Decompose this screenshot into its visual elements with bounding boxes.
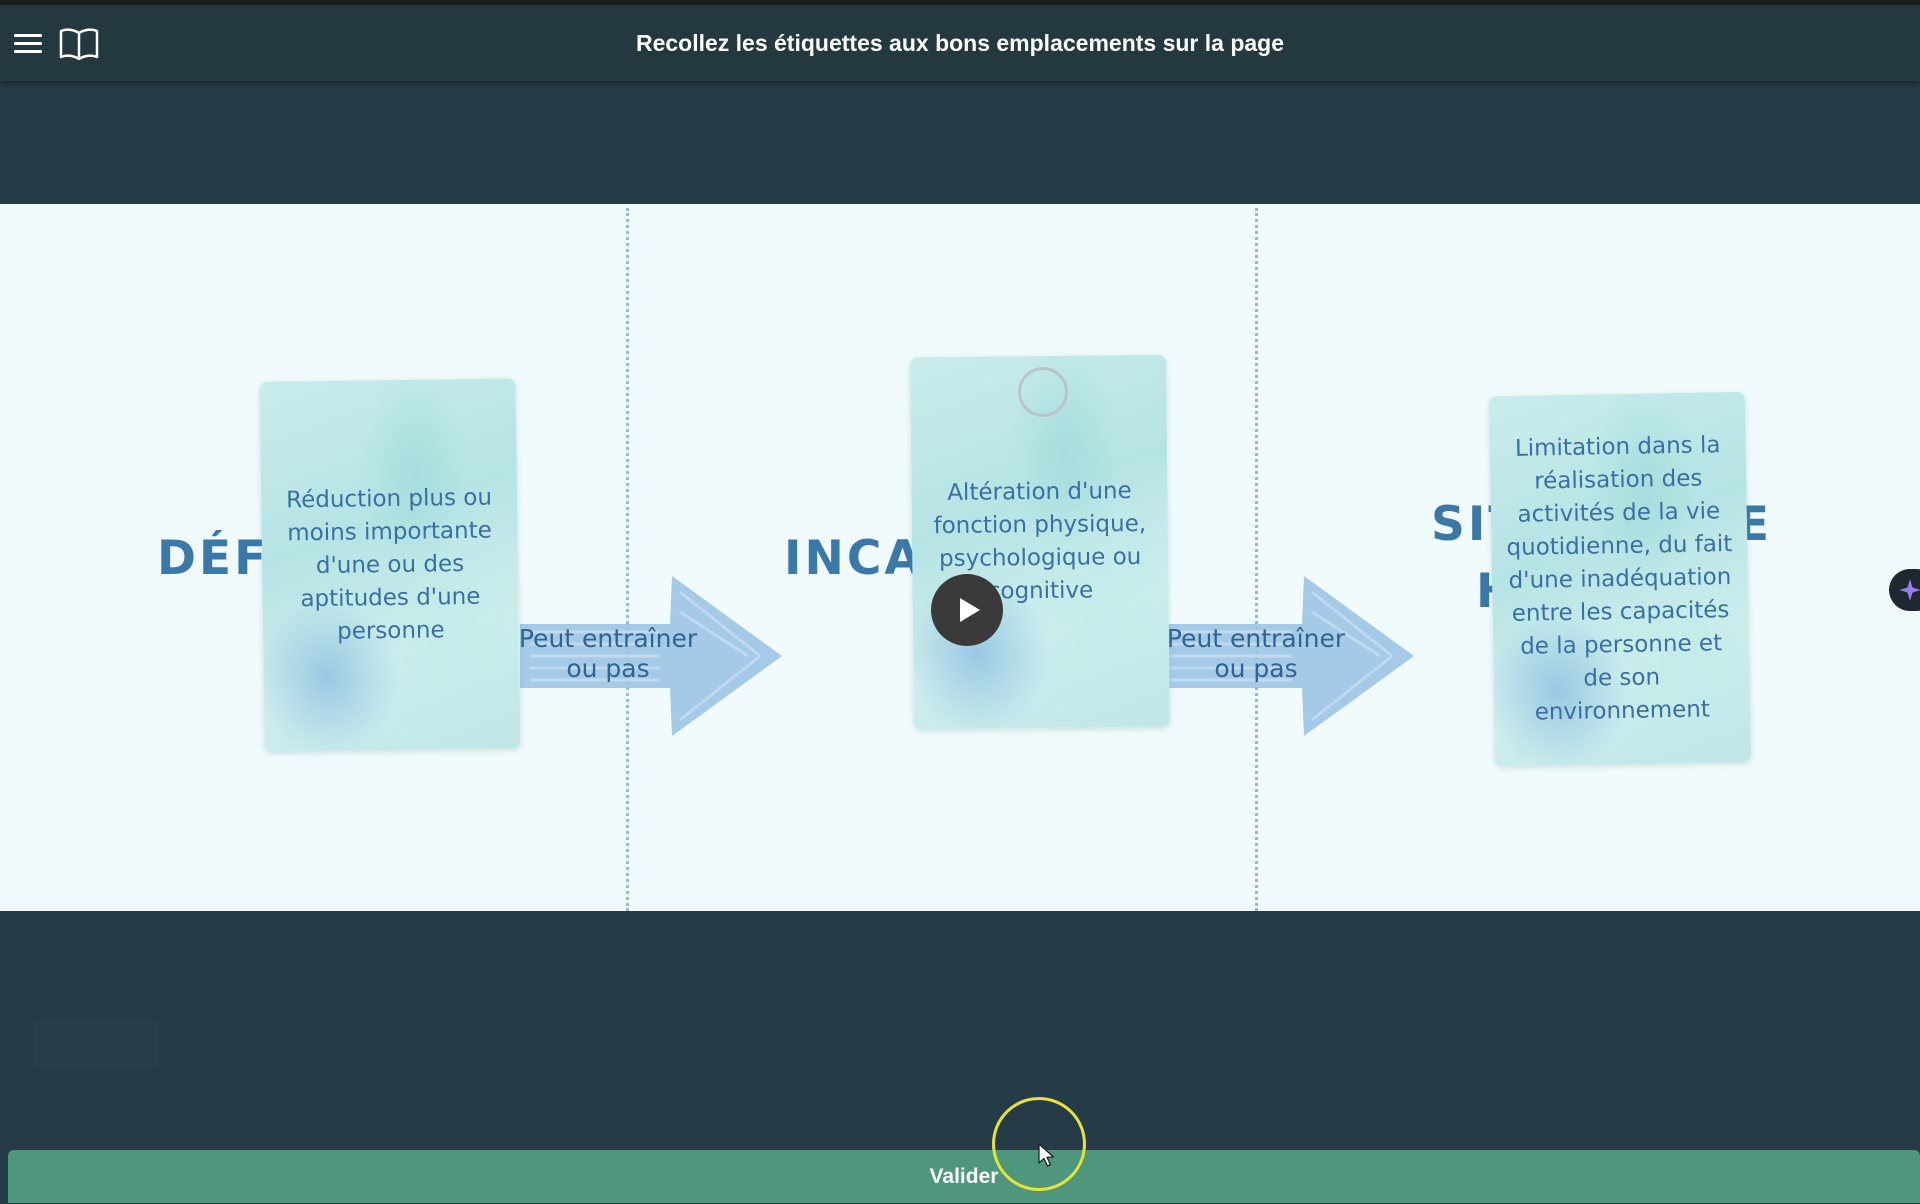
arrow-label-line2: ou pas — [566, 654, 650, 683]
dropzone-divider — [626, 208, 629, 911]
validate-button-label: Valider — [929, 1165, 999, 1188]
label-card-text: Réduction plus ou moins importante d'une… — [285, 484, 493, 645]
ai-assistant-button[interactable] — [1889, 569, 1920, 611]
loading-spinner-icon — [1018, 367, 1068, 417]
play-icon — [960, 598, 980, 622]
arrow-label-line1: Peut entraîner — [1166, 624, 1346, 653]
arrow-label: Peut entraîner ou pas — [1166, 624, 1346, 684]
dropzone-divider — [1255, 208, 1258, 911]
hidden-control — [34, 1022, 158, 1066]
label-card-situation[interactable]: Limitation dans la réalisation des activ… — [1488, 391, 1752, 767]
validate-button[interactable]: Valider — [8, 1150, 1920, 1203]
arrow-label-line2: ou pas — [1214, 654, 1298, 683]
play-button[interactable] — [931, 574, 1003, 646]
arrow-label-line1: Peut entraîner — [518, 624, 698, 653]
label-card-text: Limitation dans la réalisation des activ… — [1506, 431, 1733, 726]
arrow-label: Peut entraîner ou pas — [518, 624, 698, 684]
page-title: Recollez les étiquettes aux bons emplace… — [635, 30, 1285, 56]
mouse-cursor-icon — [1038, 1143, 1055, 1167]
heading-center: INCA — [784, 531, 924, 586]
label-card-deficience[interactable]: Réduction plus ou moins importante d'une… — [259, 378, 521, 752]
activity-stage: DÉFI INCA SIT DE H Peut entraîner ou pas… — [0, 204, 1920, 911]
sparkle-icon — [1899, 579, 1920, 601]
